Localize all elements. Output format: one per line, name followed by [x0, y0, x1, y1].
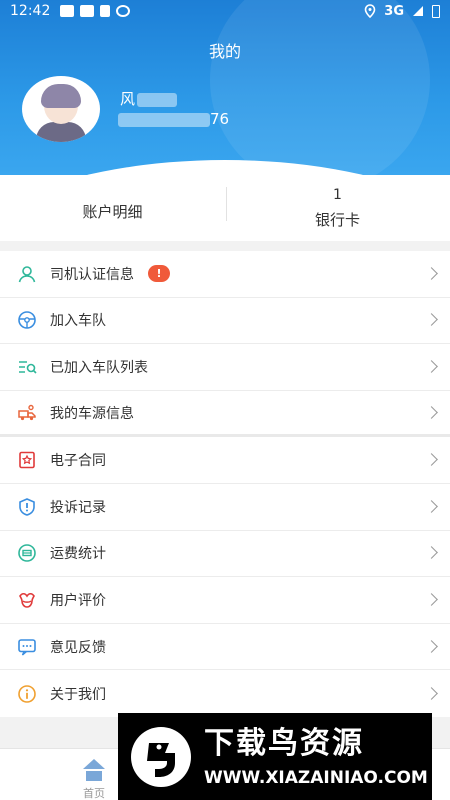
chevron-right-icon [425, 313, 438, 327]
truck-icon [16, 402, 38, 424]
header-decoration [210, 0, 430, 175]
review-icon [16, 589, 38, 611]
notification-icon [80, 5, 95, 17]
chevron-right-icon [425, 593, 438, 606]
list-search-icon [16, 356, 38, 378]
menu-item-vehicle-info[interactable]: 我的车源信息 [0, 391, 450, 438]
menu-item-driver-certification[interactable]: 司机认证信息 ! [0, 251, 450, 298]
menu-item-label: 加入车队 [50, 313, 106, 330]
location-icon [364, 4, 376, 18]
alert-badge: ! [148, 265, 170, 283]
shield-alert-icon [16, 496, 38, 518]
watermark-url: WWW.XIAZAINIAO.COM [204, 767, 428, 788]
menu-item-label: 意见反馈 [50, 639, 106, 656]
watermark-banner: 下载鸟资源 WWW.XIAZAINIAO.COM [118, 713, 432, 800]
chevron-right-icon [425, 405, 438, 419]
tab-home-label: 首页 [83, 787, 105, 800]
status-bar: 12:42 3G [0, 0, 450, 22]
network-type: 3G [384, 3, 404, 19]
page-title: 我的 [208, 42, 241, 61]
sync-icon [116, 5, 131, 17]
user-phone-text: 76 [210, 110, 230, 128]
menu-item-e-contract[interactable]: 电子合同 [0, 437, 450, 484]
contract-icon [16, 449, 38, 471]
menu-item-join-fleet[interactable]: 加入车队 [0, 298, 450, 345]
menu-item-feedback[interactable]: 意见反馈 [0, 624, 450, 671]
freight-stats-icon [16, 542, 38, 564]
signal-icon [413, 6, 423, 16]
user-name-text: 风 [120, 90, 136, 108]
menu-list: 司机认证信息 ! 加入车队 已加入车队列表 我的车源信息 电子合同 投诉记录 运… [0, 251, 450, 717]
feedback-icon [16, 636, 38, 658]
menu-item-label: 已加入车队列表 [50, 359, 148, 376]
redacted-phone [118, 112, 210, 127]
menu-item-freight-stats[interactable]: 运费统计 [0, 531, 450, 578]
home-icon-base [86, 771, 102, 781]
chevron-right-icon [425, 266, 438, 280]
menu-item-label: 投诉记录 [50, 499, 106, 516]
avatar[interactable] [22, 76, 100, 142]
chevron-right-icon [425, 499, 438, 513]
person-icon [16, 263, 38, 285]
menu-item-label: 我的车源信息 [50, 405, 134, 422]
menu-item-joined-fleets[interactable]: 已加入车队列表 [0, 344, 450, 391]
menu-item-about-us[interactable]: 关于我们 [0, 670, 450, 717]
status-time: 12:42 [10, 3, 51, 19]
info-icon [16, 683, 38, 705]
menu-item-label: 司机认证信息 [50, 266, 134, 283]
user-phone: 76 [118, 110, 229, 128]
chevron-right-icon [425, 453, 438, 467]
account-details-button[interactable]: 账户明细 [0, 175, 225, 241]
chevron-right-icon [425, 686, 438, 700]
home-icon [83, 759, 105, 769]
bank-card-label: 银行卡 [314, 210, 360, 229]
watermark-title: 下载鸟资源 [204, 725, 364, 761]
avatar-body [36, 122, 86, 142]
account-stats: 账户明细 1 银行卡 [0, 175, 450, 241]
redacted-name [137, 92, 178, 107]
menu-item-user-reviews[interactable]: 用户评价 [0, 577, 450, 624]
watermark-text: 下载鸟资源 WWW.XIAZAINIAO.COM [204, 726, 428, 788]
menu-item-label: 电子合同 [50, 453, 106, 470]
sim-icon [100, 5, 111, 17]
user-name: 风 [120, 88, 178, 109]
menu-item-label: 运费统计 [50, 546, 106, 563]
menu-item-complaints[interactable]: 投诉记录 [0, 484, 450, 531]
chevron-right-icon [425, 639, 438, 653]
steering-wheel-icon [16, 309, 38, 331]
notification-icon [60, 5, 75, 17]
chevron-right-icon [425, 360, 438, 373]
bank-card-button[interactable]: 1 银行卡 [225, 175, 450, 241]
account-details-label: 账户明细 [82, 202, 143, 221]
menu-item-label: 用户评价 [50, 592, 106, 609]
menu-item-label: 关于我们 [50, 686, 106, 703]
chevron-right-icon [425, 546, 438, 560]
bank-card-count: 1 [333, 186, 342, 203]
battery-icon [432, 4, 440, 18]
watermark-bird-logo [124, 720, 198, 794]
tab-home[interactable]: 首页 [64, 759, 124, 800]
avatar-hair [41, 84, 81, 108]
